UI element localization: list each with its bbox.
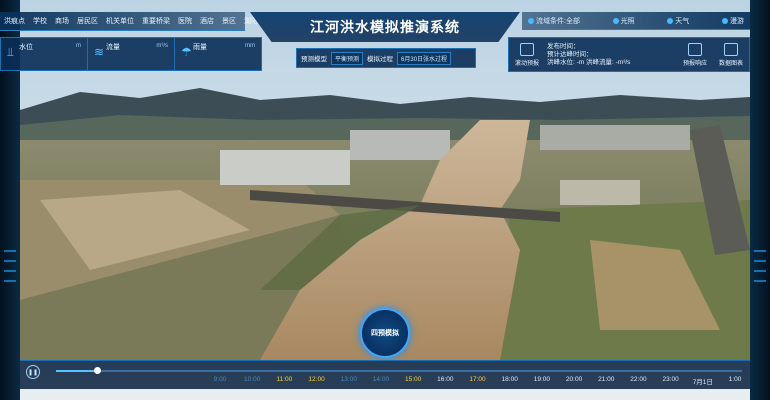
timeline-knob[interactable] xyxy=(94,367,102,374)
stat-water-level[interactable]: ⫫ 水位 m xyxy=(1,38,88,70)
four-forecast-simulate-button[interactable]: 四预模拟 xyxy=(360,308,410,358)
timeline-tick[interactable]: 9:00 xyxy=(214,376,227,383)
data-chart-label: 数据图表 xyxy=(718,60,743,67)
process-label: 模拟过程 xyxy=(367,56,394,63)
timeline-tick[interactable]: 20:00 xyxy=(566,376,582,383)
peak-arrival-time: 预计达峰时间： xyxy=(547,50,593,58)
timeline-tick[interactable]: 18:00 xyxy=(502,376,518,383)
rolling-forecast-button[interactable]: 滚动预报 xyxy=(509,38,545,71)
timeline-track[interactable] xyxy=(56,367,742,374)
stat-rainfall[interactable]: ☂ 雨量 mm xyxy=(175,38,261,70)
nav-item[interactable]: 医院 xyxy=(174,16,196,26)
cloud-icon xyxy=(667,17,674,24)
document-icon xyxy=(688,42,702,56)
peak-values: 洪峰水位: -m 洪峰流量: -m³/s xyxy=(547,58,631,66)
nav-item[interactable]: 学校 xyxy=(29,16,51,26)
timeline-tick[interactable]: 22:00 xyxy=(630,376,646,383)
hydrology-stats-panel: ⫫ 水位 m ≋ 流量 m³/s ☂ 雨量 mm xyxy=(0,37,262,71)
page-title: 江河洪水模拟推演系统 xyxy=(310,19,460,35)
timeline-tick[interactable]: 21:00 xyxy=(598,376,614,383)
basin-label: 流域条件:全部 xyxy=(536,17,580,25)
nav-item[interactable]: 洪痕点 xyxy=(0,16,29,26)
top-right-toolbar: 流域条件:全部 光照 天气 漫游 xyxy=(522,12,750,30)
nav-item[interactable]: 机关单位 xyxy=(102,16,138,26)
roam-button[interactable]: 漫游 xyxy=(721,16,744,26)
pause-icon: ❚❚ xyxy=(27,369,39,376)
forecast-response-label: 预报响应 xyxy=(682,60,707,67)
flow-icon: ≋ xyxy=(94,45,105,59)
weather-label: 天气 xyxy=(675,17,690,25)
timeline-tick[interactable]: 7月1日 xyxy=(693,376,713,386)
timeline-tick[interactable]: 19:00 xyxy=(534,376,550,383)
sun-icon xyxy=(612,17,619,24)
nav-item[interactable]: 景区 xyxy=(218,16,240,26)
model-label: 预测模型 xyxy=(301,56,327,63)
timeline-tick[interactable]: 10:00 xyxy=(244,376,260,383)
timeline-ticks: 9:00 10:00 11:00 12:00 13:00 14:00 15:00 16:00 1… xyxy=(20,376,750,386)
timeline-tick[interactable]: 23:00 xyxy=(662,376,678,383)
stat-unit: mm xyxy=(245,43,255,49)
stat-flow[interactable]: ≋ 流量 m³/s xyxy=(88,38,175,70)
basin-condition-button[interactable]: 流域条件:全部 xyxy=(528,16,580,26)
nav-item[interactable]: 重要桥梁 xyxy=(138,16,174,26)
simulation-controls: 预测模型 平衡预测 模拟过程 6月30日张水过程 xyxy=(296,48,476,68)
model-select[interactable]: 平衡预测 xyxy=(331,51,364,65)
timeline-progress xyxy=(56,370,98,372)
stat-unit: m³/s xyxy=(156,43,168,49)
stat-unit: m xyxy=(76,43,81,49)
release-time: 发布时间： xyxy=(547,42,580,50)
weather-button[interactable]: 天气 xyxy=(667,16,689,26)
timeline-tick[interactable]: 14:00 xyxy=(373,376,389,383)
simulate-label: 四预模拟 xyxy=(371,330,399,337)
forecast-info-panel: 滚动预报 发布时间： 预计达峰时间： 洪峰水位: -m 洪峰流量: -m³/s … xyxy=(508,37,750,72)
nav-item[interactable]: 商场 xyxy=(51,16,73,26)
timeline-tick[interactable]: 13:00 xyxy=(341,376,357,383)
title-banner: 江河洪水模拟推演系统 xyxy=(250,12,520,42)
timeline-tick[interactable]: 17:00 xyxy=(469,376,485,383)
light-label: 光照 xyxy=(620,17,635,25)
stat-label: 雨量 xyxy=(193,44,207,51)
chart-icon xyxy=(724,42,738,56)
rain-icon: ☂ xyxy=(181,45,192,59)
light-button[interactable]: 光照 xyxy=(612,16,635,26)
timeline-bar: ❚❚ 9:00 10:00 11:00 12:00 13:00 14:00 15:00 16:… xyxy=(20,360,750,389)
timeline-tick[interactable]: 12:00 xyxy=(308,376,324,383)
timeline-tick[interactable]: 11:00 xyxy=(276,376,292,383)
poi-category-nav: 洪痕点 学校 商场 居民区 机关单位 重要桥梁 医院 酒店 景区 潮阳 xyxy=(0,12,258,31)
roam-icon xyxy=(721,17,728,24)
basin-icon xyxy=(528,17,534,24)
process-select[interactable]: 6月30日张水过程 xyxy=(397,51,452,65)
nav-item[interactable]: 居民区 xyxy=(73,16,102,26)
right-edge-bar xyxy=(750,0,770,400)
roam-label: 漫游 xyxy=(729,17,744,25)
data-chart-button[interactable]: 数据图表 xyxy=(713,38,749,71)
nav-item[interactable]: 酒店 xyxy=(196,16,218,26)
forecast-response-button[interactable]: 预报响应 xyxy=(677,38,713,71)
stat-label: 流量 xyxy=(106,44,120,51)
timeline-tick[interactable]: 15:00 xyxy=(405,376,421,383)
stat-label: 水位 xyxy=(19,44,33,51)
timeline-tick[interactable]: 16:00 xyxy=(437,376,453,383)
rolling-forecast-label: 滚动预报 xyxy=(514,60,539,67)
forecast-texts: 发布时间： 预计达峰时间： 洪峰水位: -m 洪峰流量: -m³/s xyxy=(545,43,677,67)
forecast-icon xyxy=(520,42,534,56)
water-level-icon: ⫫ xyxy=(7,45,14,59)
timeline-tick[interactable]: 1:00 xyxy=(729,376,742,383)
